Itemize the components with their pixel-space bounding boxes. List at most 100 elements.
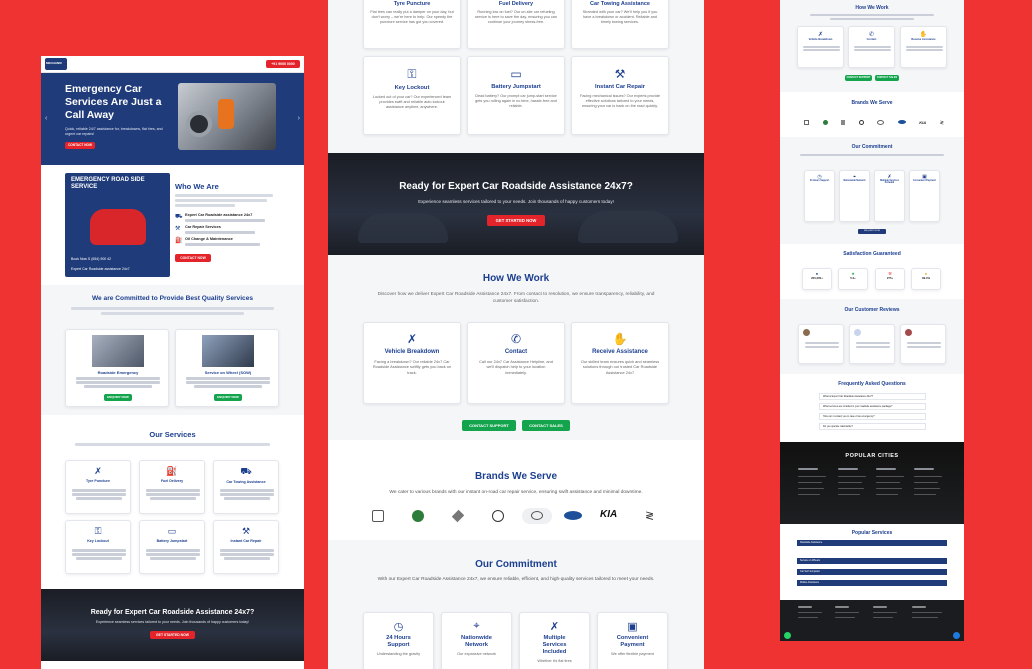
banner-get-started-button[interactable]: GET STARTED NOW — [487, 215, 545, 226]
brand-logo-ford — [564, 511, 582, 520]
step-card-breakdown[interactable]: ✗ Vehicle Breakdown — [797, 26, 844, 68]
hero-subtitle: Quick, reliable 24/7 assistance for, bre… — [65, 127, 163, 136]
wallet-icon: ▣ — [627, 621, 638, 633]
who-contact-button[interactable]: CONTACT NOW — [175, 254, 211, 262]
commitment-title: Our Commitment — [851, 144, 893, 150]
review-card-3 — [900, 324, 946, 364]
contact-sales-button[interactable]: CONTACT SALES — [875, 75, 899, 81]
step-card-contact[interactable]: ✆ Contact — [848, 26, 895, 68]
phone-icon: ✆ — [510, 332, 522, 346]
commitment-card-payment: ▣ Convenient Payment We offer flexible pa… — [597, 612, 668, 669]
roadside-emergency-card: Roadside Emergency ENQUIRY NOW — [65, 329, 169, 407]
popular-service-4[interactable]: Mobile Assistance — [797, 580, 947, 586]
satisfaction-section: Satisfaction Guaranteed ● 200,000+ ★ 5.0+ … — [780, 244, 964, 299]
contact-sales-button[interactable]: CONTACT SALES — [522, 420, 570, 431]
committed-title: We are Committed to Provide Best Quality… — [91, 295, 254, 302]
tyre-puncture-card[interactable]: Tyre Puncture Flat tires can really put … — [363, 0, 461, 49]
roadside-image — [92, 335, 144, 367]
wrench-icon: ⚒ — [614, 67, 626, 81]
banner-subtitle: Experience seamless services tailored to… — [95, 620, 250, 624]
service-card-battery[interactable]: ▭ Battery Jumpstart — [139, 520, 205, 574]
popular-service-2[interactable]: Service on Wheels — [797, 558, 947, 564]
right-page-screenshot: How We Work ✗ Vehicle Breakdown ✆ Contact … — [780, 0, 964, 641]
carousel-prev-icon[interactable]: ‹ — [45, 115, 47, 122]
contact-support-button[interactable]: CONTACT SUPPORT — [845, 75, 872, 81]
wrench-icon: ⚒ — [241, 526, 251, 536]
red-car-image — [90, 209, 146, 245]
tow-truck-icon: ⛟ — [240, 466, 252, 476]
enquiry-button-2[interactable]: ENQUIRY NOW — [214, 394, 242, 401]
service-card-repair[interactable]: ⚒ Instant Car Repair — [213, 520, 279, 574]
service-card-key[interactable]: ⚿ Key Lockout — [65, 520, 131, 574]
commitment-card-24h: ◷ 24 Hours Support — [804, 170, 835, 222]
service-card-tyre[interactable]: ✗ Tyre Puncture — [65, 460, 131, 514]
map-pin-icon: ⌖ — [473, 620, 480, 632]
enquiry-button-1[interactable]: ENQUIRY NOW — [104, 394, 132, 401]
vehicle-breakdown-card[interactable]: ✗ Vehicle Breakdown Facing a breakdown? … — [363, 322, 461, 404]
banner-title: Ready for Expert Car Roadside Assistance… — [399, 181, 633, 192]
contact-support-button[interactable]: CONTACT SUPPORT — [462, 420, 516, 431]
logo[interactable]: MECHANIC — [45, 58, 67, 70]
key-icon: ⚿ — [94, 526, 102, 536]
our-services-section: Our Services ✗ Tyre Puncture ⛽ Fuel Delive… — [41, 415, 304, 589]
fuel-delivery-card[interactable]: Fuel Delivery Running low on fuel? Our o… — [467, 0, 565, 49]
phone-icon: ✆ — [868, 32, 875, 38]
commitment-enquiry-button[interactable]: ENQUIRY NOW — [858, 229, 886, 234]
battery-jumpstart-card[interactable]: ▭ Battery Jumpstart Dead battery? Our pr… — [467, 56, 565, 135]
center-page-screenshot: Tyre Puncture Flat tires can really put … — [328, 0, 704, 669]
commitment-card-multiple: ✗ Multiple Services Included — [874, 170, 905, 222]
service-card-towing[interactable]: ⛟ Car Towing Assistance — [213, 460, 279, 514]
banner-get-started-button[interactable]: GET STARTED NOW — [150, 631, 195, 639]
popular-service-3[interactable]: Car Self Jumpstart — [797, 569, 947, 575]
commitment-card-nationwide: ⌖ Nationwide Network — [839, 170, 870, 222]
contact-card[interactable]: ✆ Contact Call our 24x7 Car Assistance H… — [467, 322, 565, 404]
commitment-card-multiple: ✗ Multiple Services Included Whether it's … — [519, 612, 590, 669]
how-we-work-title: How We Work — [482, 273, 550, 284]
wrench-icon: ✗ — [94, 466, 102, 476]
call-icon[interactable] — [953, 632, 960, 639]
battery-icon: ▭ — [167, 526, 177, 536]
commitment-card-nationwide: ⌖ Nationwide Network Our expansive networ… — [441, 612, 512, 669]
battery-icon: ▭ — [510, 67, 522, 81]
header-phone-button[interactable]: +91 9000 0000 — [266, 60, 300, 68]
popular-service-1[interactable]: Roadside Assistance — [797, 540, 947, 546]
hero-contact-button[interactable]: CONTACT NOW — [65, 142, 95, 149]
tools-icon: ✗ — [817, 32, 824, 38]
stat-rating: ★ 5.0+ — [838, 268, 868, 290]
commitment-subtitle: With our Expert Car Roadside Assistance … — [377, 577, 655, 582]
oil-icon: ⛽ — [175, 238, 183, 244]
brands-title: Brands We Serve — [851, 100, 893, 106]
service-on-wheel-card: Service on Wheel (SOW) ENQUIRY NOW — [175, 329, 279, 407]
how-we-work-subtitle: Discover how we deliver Expert Car Roads… — [377, 292, 655, 304]
service-card-fuel[interactable]: ⛽ Fuel Delivery — [139, 460, 205, 514]
commitment-section: Our Commitment ◷ 24 Hours Support ⌖ Nation… — [780, 137, 964, 244]
brands-subtitle: We cater to various brands with our inst… — [389, 490, 643, 495]
banner-subtitle: Experience seamless services tailored to… — [418, 199, 614, 204]
brand-logo-toyota — [522, 508, 552, 524]
avatar — [854, 329, 861, 336]
brands-section: Brands We Serve KIA ≷ — [780, 92, 964, 137]
faq-item-4[interactable]: Do you operate nationwide? — [819, 423, 926, 430]
whatsapp-icon[interactable] — [784, 632, 791, 639]
logo-text: MECHANIC — [46, 61, 63, 65]
key-lockout-card[interactable]: ⚿ Key Lockout Locked out of your car? Ou… — [363, 56, 461, 135]
car-towing-card[interactable]: Car Towing Assistance Stranded with your… — [571, 0, 669, 49]
who-we-are-title: Who We Are — [175, 182, 219, 191]
faq-item-3[interactable]: How can I contact you in case of an emer… — [819, 413, 926, 420]
brand-logo-renault — [451, 509, 465, 523]
brands-title: Brands We Serve — [474, 471, 558, 482]
brand-logo-suzuki: ≷ — [645, 510, 655, 522]
road-icon: ⛟ — [175, 214, 183, 220]
brand-logo-vw-alt — [372, 510, 384, 522]
stat-satisfaction: ● 99.4% — [911, 268, 941, 290]
carousel-next-icon[interactable]: › — [298, 115, 300, 122]
key-icon: ⚿ — [407, 67, 417, 81]
services-title: Our Services — [149, 430, 196, 439]
step-card-assistance[interactable]: ✋ Receive Assistance — [900, 26, 947, 68]
faq-item-1[interactable]: What is Expert Car Roadside Assistance 2… — [819, 393, 926, 400]
instant-car-repair-card[interactable]: ⚒ Instant Car Repair Facing mechanical i… — [571, 56, 669, 135]
fuel-icon: ⛽ — [166, 466, 178, 476]
receive-assistance-card[interactable]: ✋ Receive Assistance Our skilled team en… — [571, 322, 669, 404]
faq-item-2[interactable]: What services are included in your roads… — [819, 403, 926, 410]
reviews-section: Our Customer Reviews — [780, 299, 964, 374]
